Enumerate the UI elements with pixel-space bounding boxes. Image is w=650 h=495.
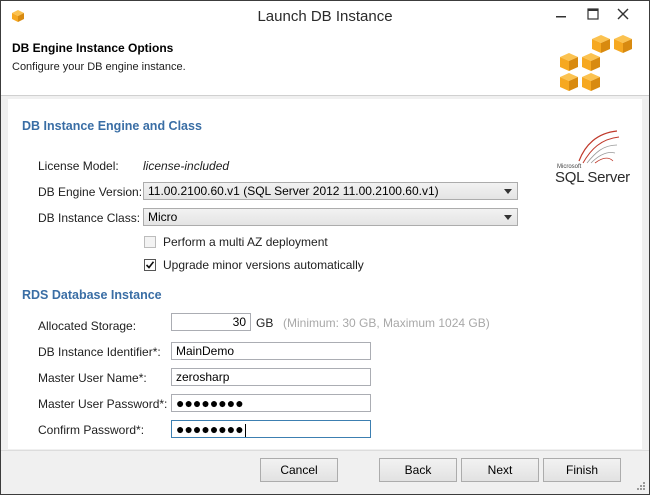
password-label: Master User Password*: [38, 397, 168, 411]
sql-server-swirl-icon [578, 130, 620, 164]
aws-cubes-logo-icon [560, 35, 632, 91]
checkmark-icon [145, 261, 155, 269]
sql-logo-text: SQL Server [555, 169, 630, 186]
wizard-header: DB Engine Instance Options Configure you… [1, 32, 649, 96]
upgrade-minor-checkbox[interactable] [144, 259, 156, 271]
username-input[interactable]: zerosharp [171, 368, 371, 386]
multi-az-label: Perform a multi AZ deployment [163, 235, 328, 249]
identifier-input[interactable]: MainDemo [171, 342, 371, 360]
license-model-label: License Model: [38, 159, 119, 173]
text-caret [244, 423, 246, 437]
identifier-label: DB Instance Identifier*: [38, 345, 161, 359]
sql-server-logo: Microsoft SQL Server [553, 127, 633, 186]
upgrade-minor-label: Upgrade minor versions automatically [163, 258, 364, 272]
finish-button[interactable]: Finish [543, 458, 621, 482]
engine-section-title: DB Instance Engine and Class [22, 119, 202, 133]
engine-version-value: 11.00.2100.60.v1 (SQL Server 2012 11.00.… [148, 184, 439, 198]
storage-hint: (Minimum: 30 GB, Maximum 1024 GB) [283, 316, 490, 330]
resize-grip-icon[interactable] [636, 481, 646, 491]
chevron-down-icon [504, 189, 512, 194]
maximize-icon[interactable] [586, 7, 600, 21]
storage-label: Allocated Storage: [38, 319, 137, 333]
next-button[interactable]: Next [461, 458, 539, 482]
footer-divider [1, 450, 649, 451]
confirm-password-value: ●●●●●●●● [176, 421, 244, 437]
close-icon[interactable] [616, 7, 630, 21]
engine-version-label: DB Engine Version: [38, 185, 143, 199]
back-button[interactable]: Back [379, 458, 457, 482]
storage-unit: GB [256, 316, 274, 330]
instance-class-label: DB Instance Class: [38, 211, 141, 225]
instance-class-select[interactable]: Micro [143, 208, 518, 226]
storage-input[interactable]: 30 [171, 313, 251, 331]
header-subtitle: Configure your DB engine instance. [12, 61, 186, 73]
instance-class-value: Micro [148, 210, 178, 224]
engine-version-select[interactable]: 11.00.2100.60.v1 (SQL Server 2012 11.00.… [143, 182, 518, 200]
multi-az-checkbox[interactable] [144, 236, 156, 248]
license-model-value: license-included [143, 159, 230, 173]
username-label: Master User Name*: [38, 371, 147, 385]
title-bar: Launch DB Instance [1, 1, 649, 32]
confirm-password-input[interactable]: ●●●●●●●● [171, 420, 371, 438]
window-title: Launch DB Instance [257, 8, 393, 25]
confirm-password-label: Confirm Password*: [38, 423, 145, 437]
cancel-button[interactable]: Cancel [260, 458, 338, 482]
header-title: DB Engine Instance Options [12, 41, 174, 55]
password-input[interactable]: ●●●●●●●● [171, 394, 371, 412]
rds-section-title: RDS Database Instance [22, 288, 162, 302]
minimize-icon[interactable] [554, 7, 568, 21]
chevron-down-icon [504, 215, 512, 220]
launch-db-instance-window: Launch DB Instance DB Engine Instance Op… [0, 0, 650, 495]
options-panel: DB Instance Engine and Class Microsoft S… [8, 99, 642, 449]
